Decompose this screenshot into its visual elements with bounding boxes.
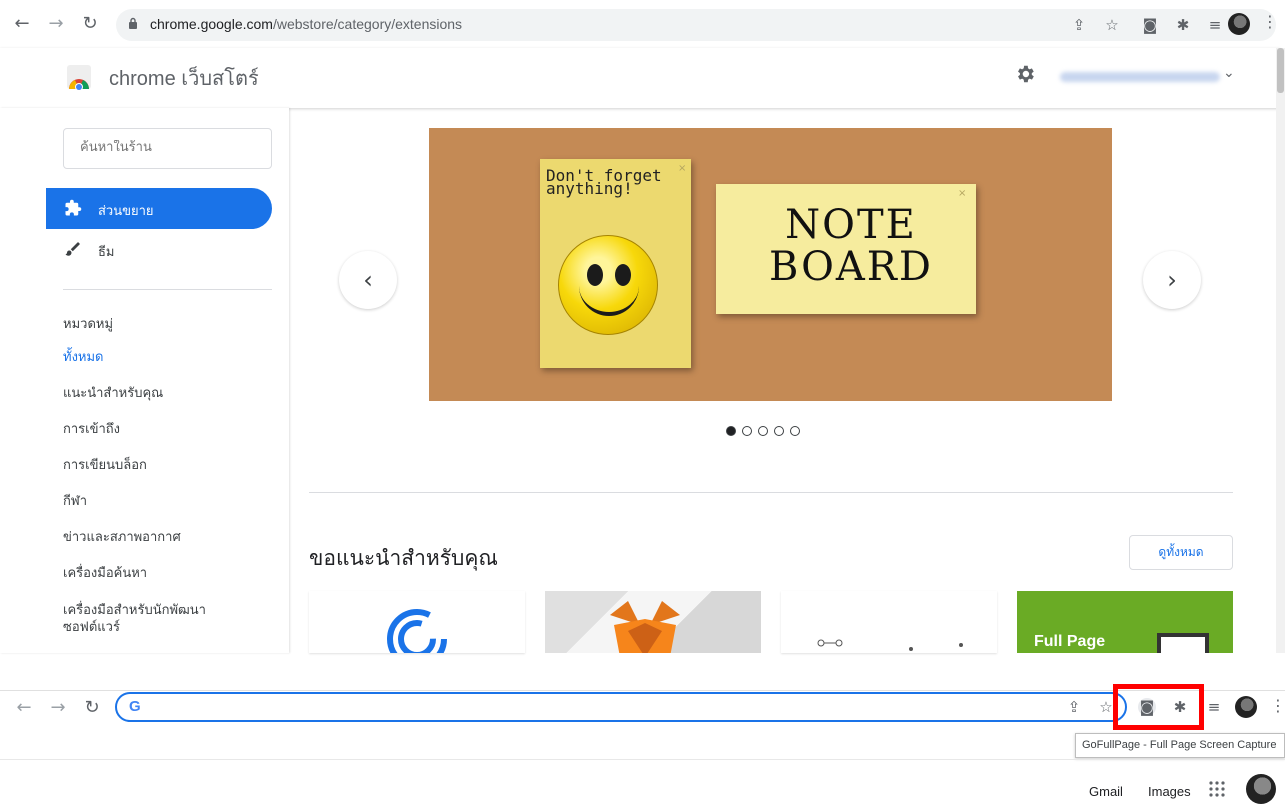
camera-icon[interactable]: ◙ (1141, 16, 1159, 34)
gmail-link[interactable]: Gmail (1089, 784, 1123, 799)
category-accessibility[interactable]: การเข้าถึง (63, 421, 263, 438)
profile-avatar[interactable] (1246, 774, 1276, 804)
bookmark-star-icon[interactable]: ☆ (1103, 16, 1121, 34)
carousel-dot[interactable] (758, 426, 768, 436)
account-email-blurred[interactable] (1060, 72, 1220, 82)
reading-list-icon[interactable]: ≡ (1205, 698, 1223, 716)
categories-heading: หมวดหมู่ (63, 317, 114, 332)
sidebar-item-themes[interactable]: ธีม (46, 229, 272, 269)
chrome-webstore-logo[interactable] (66, 64, 92, 90)
extension-logo-c-icon (387, 609, 447, 653)
carousel-next-button[interactable]: › (1143, 251, 1201, 309)
back-arrow-icon[interactable]: ← (12, 696, 36, 720)
share-icon[interactable]: ⇪ (1070, 16, 1088, 34)
sidebar: ส่วนขยาย ธีม หมวดหมู่ ทั้งหมด แนะนำสำหรั… (0, 108, 289, 653)
extension-tooltip: GoFullPage - Full Page Screen Capture (1075, 733, 1285, 758)
lock-icon (129, 17, 137, 29)
carousel-banner[interactable]: × Don't forget anything! × NOTE BOARD (429, 128, 1112, 401)
tile-label: Full Page (1034, 633, 1106, 650)
category-blogging[interactable]: การเขียนบล็อก (63, 457, 263, 474)
extension-tile[interactable] (781, 591, 997, 653)
sidebar-item-label: ส่วนขยาย (98, 204, 154, 219)
category-all[interactable]: ทั้งหมด (63, 349, 263, 366)
forward-arrow-icon[interactable]: → (44, 12, 68, 36)
carousel-pagination (726, 421, 806, 436)
share-icon[interactable]: ⇪ (1065, 698, 1083, 716)
divider (309, 492, 1233, 493)
profile-avatar[interactable] (1235, 696, 1257, 718)
browser-toolbar-2: ← → ↻ G ⇪ ☆ ◙ ✱ ≡ ⋮ (0, 690, 1285, 726)
kebab-menu-icon[interactable]: ⋮ (1270, 696, 1285, 715)
reading-list-icon[interactable]: ≡ (1206, 16, 1224, 34)
apps-grid-icon[interactable] (1209, 781, 1225, 797)
carousel-prev-button[interactable]: ‹ (339, 251, 397, 309)
divider (63, 289, 272, 290)
forward-arrow-icon[interactable]: → (46, 696, 70, 720)
gear-icon[interactable] (1014, 63, 1036, 85)
close-icon: × (678, 163, 687, 174)
reload-icon[interactable]: ↻ (80, 696, 104, 720)
extensions-puzzle-icon[interactable]: ✱ (1174, 16, 1192, 34)
back-arrow-icon[interactable]: ← (10, 12, 34, 36)
address-bar-focused[interactable]: G (115, 692, 1127, 722)
extension-diagram-icon (817, 639, 963, 651)
images-link[interactable]: Images (1148, 784, 1191, 799)
address-bar[interactable]: chrome.google.com/webstore/category/exte… (116, 9, 1276, 41)
see-all-button[interactable]: ดูทั้งหมด (1129, 535, 1233, 570)
highlight-box (1113, 684, 1204, 730)
carousel-dot[interactable] (774, 426, 784, 436)
category-recommended[interactable]: แนะนำสำหรับคุณ (63, 385, 263, 402)
carousel-dot[interactable] (726, 426, 736, 436)
screen-icon (1157, 633, 1209, 653)
close-icon: × (958, 188, 967, 199)
store-title[interactable]: chrome เว็บสโตร์ (109, 62, 259, 94)
page-scrollbar[interactable] (1276, 48, 1285, 653)
sticky-note-smiley: × Don't forget anything! (540, 159, 691, 368)
search-input[interactable] (80, 140, 260, 155)
smile (579, 284, 639, 316)
category-developer-tools[interactable]: เครื่องมือสำหรับนักพัฒนาซอฟต์แวร์ (63, 602, 228, 636)
carousel-dot[interactable] (742, 426, 752, 436)
sticky-note-noteboard: × NOTE BOARD (716, 184, 976, 314)
store-header: chrome เว็บสโตร์ ⌄ (0, 48, 1280, 108)
chevron-down-icon[interactable]: ⌄ (1223, 65, 1235, 81)
extension-tile[interactable]: Full Page (1017, 591, 1233, 653)
smiley-face-icon (558, 235, 658, 335)
google-g-icon: G (129, 698, 141, 715)
note-text: Don't forget anything! (546, 166, 662, 198)
scrollbar-thumb[interactable] (1277, 48, 1284, 93)
store-search-box[interactable] (63, 128, 272, 169)
category-search-tools[interactable]: เครื่องมือค้นหา (63, 565, 263, 582)
puzzle-icon (65, 199, 82, 216)
carousel-dot[interactable] (790, 426, 800, 436)
category-news-weather[interactable]: ข่าวและสภาพอากาศ (63, 529, 263, 546)
url-text: chrome.google.com/webstore/category/exte… (150, 16, 463, 32)
note-text: NOTE BOARD (768, 202, 933, 290)
profile-avatar[interactable] (1228, 13, 1250, 35)
kebab-menu-icon[interactable]: ⋮ (1262, 12, 1278, 31)
category-sports[interactable]: กีฬา (63, 493, 263, 510)
eye (615, 264, 631, 286)
eye (587, 264, 603, 286)
browser-toolbar: ← → ↻ chrome.google.com/webstore/categor… (0, 0, 1285, 48)
divider (0, 759, 1285, 760)
fox-logo-icon (610, 601, 680, 653)
section-title: ขอแนะนำสำหรับคุณ (309, 546, 498, 570)
extension-tile[interactable] (309, 591, 525, 653)
sidebar-item-label: ธีม (98, 245, 115, 260)
sidebar-item-extensions[interactable]: ส่วนขยาย (46, 188, 272, 229)
extension-tile[interactable] (545, 591, 761, 653)
reload-icon[interactable]: ↻ (78, 12, 102, 36)
brush-icon (65, 242, 80, 256)
